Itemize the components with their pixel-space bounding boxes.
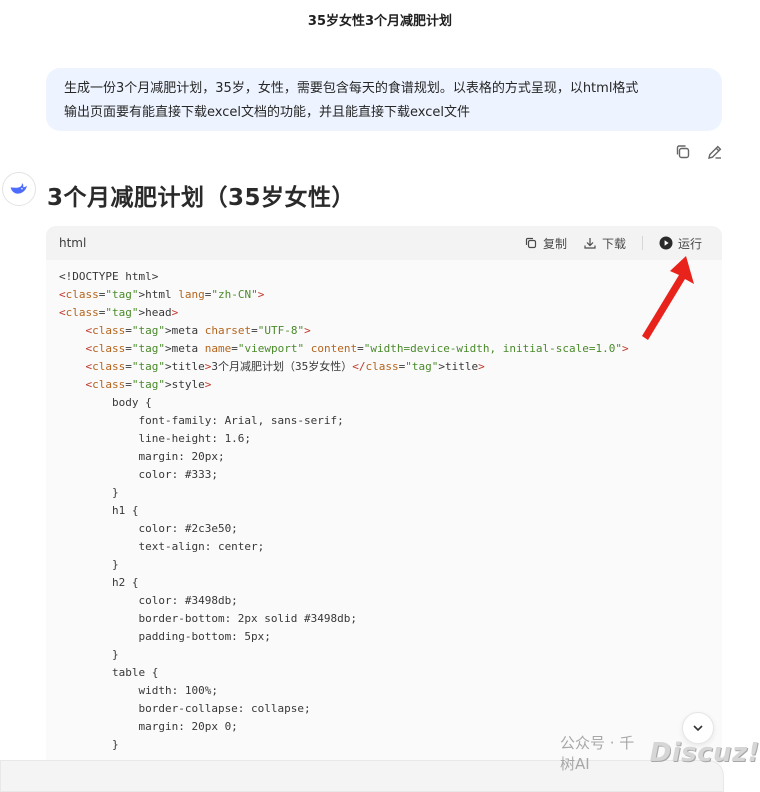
code-line: margin: 20px 0;	[138, 720, 238, 733]
discuz-logo: Discuz!	[649, 738, 760, 768]
code-line: }	[111, 738, 119, 751]
code-actions: 复制 下载 运行	[518, 235, 708, 252]
run-code-label: 运行	[677, 236, 702, 251]
conversation-title: 35岁女性3个月减肥计划	[307, 14, 453, 29]
code-line: <class="tag">html lang="zh-CN">	[59, 288, 265, 301]
copy-code-label: 复制	[542, 236, 567, 251]
code-line: font-family: Arial, sans-serif;	[138, 414, 344, 427]
code-block-header: html 复制 下载 运行	[46, 226, 722, 260]
user-message-line: 生成一份3个月减肥计划，35岁，女性，需要包含每天的食谱规划。以表格的方式呈现，…	[64, 81, 639, 96]
message-actions	[674, 143, 724, 161]
code-block: html 复制 下载 运行 <!DOCTYPE html> <class="ta…	[46, 226, 722, 786]
download-code-button[interactable]: 下载	[577, 235, 632, 252]
download-code-label: 下载	[601, 236, 626, 251]
code-line: h2 {	[111, 576, 139, 589]
red-arrow-annotation	[642, 256, 694, 340]
copy-icon[interactable]	[674, 143, 692, 161]
code-line: border-bottom: 2px solid #3498db;	[138, 612, 358, 625]
copy-icon	[525, 237, 537, 249]
run-code-button[interactable]: 运行	[653, 235, 708, 252]
code-line: <class="tag">style>	[85, 378, 212, 391]
download-icon	[584, 238, 596, 249]
code-line: line-height: 1.6;	[138, 432, 252, 445]
code-line: }	[111, 486, 119, 499]
user-message-bubble: 生成一份3个月减肥计划，35岁，女性，需要包含每天的食谱规划。以表格的方式呈现，…	[46, 68, 722, 131]
code-line: table {	[111, 666, 159, 679]
code-line: <class="tag">head>	[59, 306, 179, 319]
code-line: }	[111, 558, 119, 571]
code-line: margin: 20px;	[138, 450, 225, 463]
watermark: 公众号 · 千树AI Discuz!	[560, 732, 760, 774]
code-line: <class="tag">title>3个月减肥计划（35岁女性）</class…	[85, 360, 485, 373]
code-line: <class="tag">meta name="viewport" conten…	[85, 342, 629, 355]
code-line: <!DOCTYPE html>	[59, 270, 159, 283]
user-message-line: 输出页面要有能直接下载excel文档的功能，并且能直接下载excel文件	[64, 105, 470, 120]
play-icon	[659, 236, 673, 250]
code-line: body {	[111, 396, 152, 409]
code-line: padding-bottom: 5px;	[138, 630, 271, 643]
divider	[641, 236, 643, 250]
code-line: <class="tag">meta charset="UTF-8">	[85, 324, 311, 337]
watermark-prefix: 公众号 · 千树AI	[560, 734, 635, 773]
pencil-icon[interactable]	[706, 143, 724, 161]
assistant-avatar	[2, 172, 36, 206]
code-line: text-align: center;	[138, 540, 265, 553]
code-line: border-collapse: collapse;	[138, 702, 311, 715]
code-line: width: 100%;	[138, 684, 218, 697]
code-line: color: #333;	[138, 468, 218, 481]
copy-code-button[interactable]: 复制	[518, 235, 573, 252]
code-line: h1 {	[111, 504, 139, 517]
whale-icon	[10, 183, 27, 194]
code-line: color: #2c3e50;	[138, 522, 238, 535]
code-content: <!DOCTYPE html> <class="tag">html lang="…	[46, 260, 722, 754]
code-language-label: html	[59, 236, 87, 250]
code-line: }	[111, 648, 119, 661]
reply-heading: 3个月减肥计划（35岁女性）	[47, 185, 356, 211]
code-line: color: #3498db;	[138, 594, 238, 607]
